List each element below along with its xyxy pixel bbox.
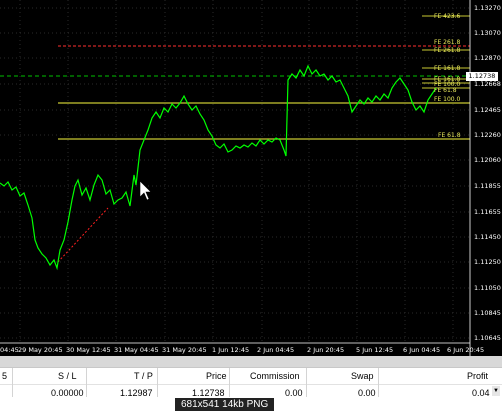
price-axis-label: 1.12870 [474, 54, 501, 62]
price-axis: 1.13270 1.13070 1.12870 1.12668 1.12465 1.122… [474, 4, 501, 342]
time-axis-label: 6 Jun 20:45 [447, 346, 484, 354]
time-axis-label: 2 Jun 20:45 [307, 346, 344, 354]
chart-canvas: FE 423.6 FE 261.8 FE 261.8 FE 161.8 FE 1… [0, 0, 501, 356]
price-axis-label: 1.11250 [474, 258, 501, 266]
price-axis-label: 1.13070 [474, 29, 501, 37]
time-axis-label: 31 May 04:45 [114, 346, 159, 354]
column-divider [378, 368, 379, 398]
fe-label: FE 261.8 [434, 47, 461, 54]
fe-label: FE 61.8 [434, 87, 457, 94]
fibonacci-lines [0, 15, 470, 263]
fe-label: FE 61.8 [438, 132, 461, 139]
price-axis-label: 1.11050 [474, 284, 501, 292]
column-divider [86, 368, 87, 398]
column-divider [157, 368, 158, 398]
price-series-line [0, 64, 437, 271]
price-axis-label: 1.12260 [474, 131, 501, 139]
screenshot-root: FE 423.6 FE 261.8 FE 261.8 FE 161.8 FE 1… [0, 0, 502, 412]
time-axis-label: 2 Jun 04:45 [257, 346, 294, 354]
fibonacci-labels: FE 423.6 FE 261.8 FE 261.8 FE 161.8 FE 1… [434, 13, 461, 139]
time-axis-label: 1 Jun 12:45 [212, 346, 249, 354]
price-axis-label: 1.12060 [474, 156, 501, 164]
fe-label: FE 261.8 [434, 39, 461, 46]
column-divider [229, 368, 230, 398]
fe-label: FE 100.0 [434, 96, 461, 103]
time-axis: 04:45 29 May 20:45 30 May 12:45 31 May 04:4… [0, 346, 484, 354]
scroll-down-arrow-icon[interactable]: ▼ [492, 386, 500, 396]
time-axis-label: 31 May 20:45 [162, 346, 207, 354]
terminal-row-divider [0, 384, 502, 385]
left-fragment-header: 5 [2, 371, 8, 381]
chart-scrollbar[interactable] [0, 356, 502, 367]
price-axis-label: 1.11655 [474, 208, 501, 216]
price-axis-label: 1.11450 [474, 233, 501, 241]
price-chart[interactable]: FE 423.6 FE 261.8 FE 261.8 FE 161.8 FE 1… [0, 0, 502, 356]
col-profit-header[interactable]: Profit [467, 371, 488, 381]
time-axis-label: 04:45 [0, 346, 19, 354]
time-axis-label: 5 Jun 12:45 [356, 346, 393, 354]
fe-label: FE 423.6 [434, 13, 461, 20]
col-commission-header[interactable]: Commission [250, 371, 300, 381]
time-axis-label: 29 May 20:45 [18, 346, 63, 354]
col-swap-header[interactable]: Swap [351, 371, 374, 381]
price-axis-label: 1.10645 [474, 334, 501, 342]
current-price-badge: 1.12738 [466, 72, 498, 81]
trade-terminal: 5 S / L T / P Price Commission Swap Prof… [0, 367, 502, 398]
price-axis-label: 1.11855 [474, 182, 501, 190]
price-axis-label: 1.13270 [474, 4, 501, 12]
fe-label: FE 161.8 [434, 65, 461, 72]
column-divider [12, 368, 13, 398]
col-sl-header[interactable]: S / L [58, 371, 77, 381]
image-caption-bar: 681x541 14kb PNG [0, 397, 502, 412]
mouse-cursor-icon [139, 180, 152, 201]
price-axis-label: 1.10845 [474, 309, 501, 317]
time-axis-label: 30 May 12:45 [66, 346, 111, 354]
column-divider [306, 368, 307, 398]
col-tp-header[interactable]: T / P [134, 371, 153, 381]
time-axis-label: 6 Jun 04:45 [403, 346, 440, 354]
price-axis-label: 1.12465 [474, 106, 501, 114]
image-size-caption: 681x541 14kb PNG [175, 398, 275, 411]
chart-grid [0, 0, 470, 343]
price-axis-label: 1.12668 [474, 80, 501, 88]
col-price-header[interactable]: Price [206, 371, 227, 381]
